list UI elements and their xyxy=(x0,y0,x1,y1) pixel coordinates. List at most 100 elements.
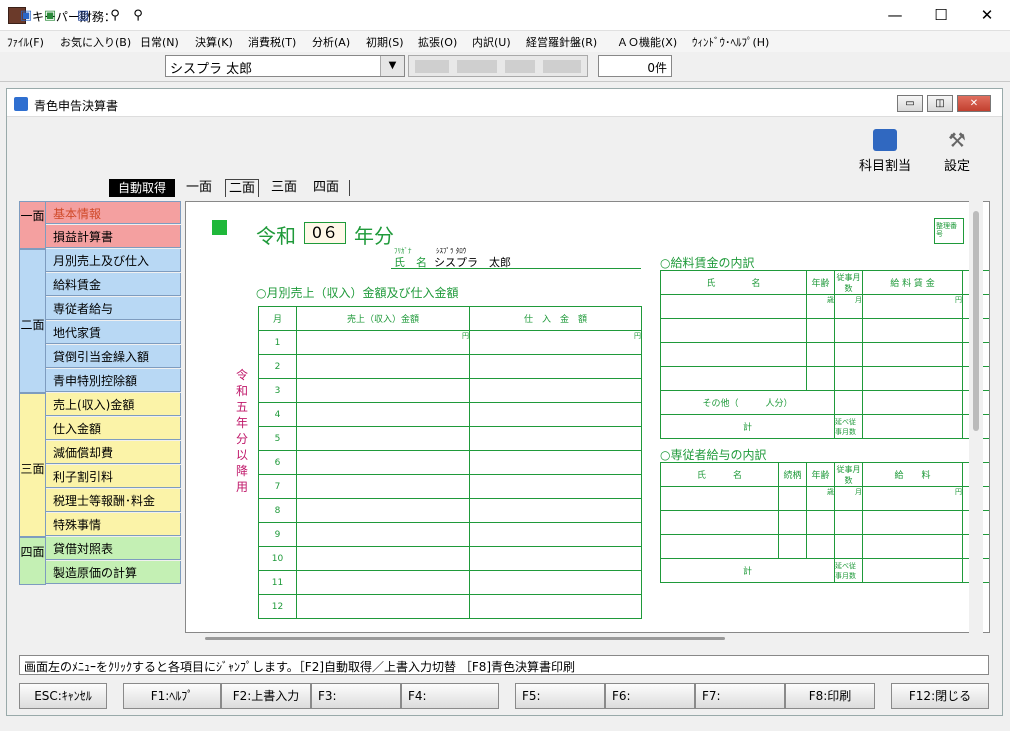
sales-cell[interactable] xyxy=(296,354,470,379)
purchase-cell[interactable]: 円 xyxy=(469,330,642,355)
sidebar-item-fees[interactable]: 税理士等報酬･料金 xyxy=(45,489,181,512)
user-combo[interactable]: シスプラ 太郎 xyxy=(165,55,405,77)
salary-name-cell[interactable] xyxy=(660,342,807,367)
zoom-out-icon[interactable]: ⚲ xyxy=(127,4,149,26)
sidebar-item-basic[interactable]: 基本情報 xyxy=(45,201,181,224)
image-icon[interactable]: ▨ xyxy=(72,4,94,26)
purchase-cell[interactable] xyxy=(469,450,642,475)
sales-cell[interactable] xyxy=(296,378,470,403)
f12-close-button[interactable]: F12:閉じる xyxy=(891,683,989,709)
purchase-cell[interactable] xyxy=(469,354,642,379)
f7-button[interactable]: F7: xyxy=(695,683,785,709)
family-age-cell[interactable] xyxy=(806,534,835,559)
tab-page3[interactable]: 三面 xyxy=(268,179,300,197)
menu-tax[interactable]: 消費税(T) xyxy=(248,34,296,50)
purchase-cell[interactable] xyxy=(469,570,642,595)
menu-breakdown[interactable]: 内訳(U) xyxy=(472,34,511,50)
salary-name-cell[interactable] xyxy=(660,366,807,391)
sidebar-item-depreciation[interactable]: 減価償却費 xyxy=(45,441,181,464)
menu-window-help[interactable]: ｳｨﾝﾄﾞｳ･ﾍﾙﾌﾟ(H) xyxy=(692,34,769,50)
f6-button[interactable]: F6: xyxy=(605,683,695,709)
menu-analysis[interactable]: 分析(A) xyxy=(312,34,350,50)
salary-months-cell[interactable] xyxy=(834,366,863,391)
sales-cell[interactable] xyxy=(296,402,470,427)
menu-file[interactable]: ﾌｧｲﾙ(F) xyxy=(7,34,44,50)
f2-overwrite-button[interactable]: F2:上書入力 xyxy=(221,683,311,709)
sidebar-item-interest[interactable]: 利子割引料 xyxy=(45,465,181,488)
settings-button[interactable]: ⚒ 設定 xyxy=(935,129,979,175)
vertical-scrollbar[interactable] xyxy=(969,201,983,633)
salary-name-cell[interactable] xyxy=(660,318,807,343)
salary-months-cell[interactable]: 月 xyxy=(834,294,863,319)
sidebar-item-family-salary[interactable]: 専従者給与 xyxy=(45,297,181,320)
sales-cell[interactable] xyxy=(296,546,470,571)
sidebar-item-special[interactable]: 特殊事情 xyxy=(45,513,181,536)
salary-other-pay[interactable] xyxy=(862,390,963,415)
menu-favorites[interactable]: お気に入り(B) xyxy=(60,34,131,50)
purchase-cell[interactable] xyxy=(469,522,642,547)
f8-print-button[interactable]: F8:印刷 xyxy=(785,683,875,709)
salary-months-cell[interactable] xyxy=(834,342,863,367)
sidebar-item-balance[interactable]: 貸借対照表 xyxy=(45,537,181,560)
salary-age-cell[interactable] xyxy=(806,342,835,367)
purchase-cell[interactable] xyxy=(469,594,642,619)
menu-settlement[interactable]: 決算(K) xyxy=(195,34,233,50)
family-pay-cell[interactable] xyxy=(862,534,963,559)
child-restore-button[interactable]: ◫ xyxy=(927,95,953,112)
purchase-cell[interactable] xyxy=(469,378,642,403)
esc-cancel-button[interactable]: ESC:ｷｬﾝｾﾙ xyxy=(19,683,107,709)
sales-cell[interactable] xyxy=(296,450,470,475)
family-total-pay[interactable] xyxy=(862,558,963,583)
family-months-cell[interactable] xyxy=(834,510,863,535)
salary-months-cell[interactable] xyxy=(834,318,863,343)
sales-cell[interactable] xyxy=(296,570,470,595)
sales-cell[interactable] xyxy=(296,522,470,547)
chevron-down-icon[interactable]: ▼ xyxy=(380,56,404,76)
menu-extend[interactable]: 拡張(O) xyxy=(418,34,457,50)
tab-page4[interactable]: 四面 xyxy=(310,179,342,197)
family-months-cell[interactable] xyxy=(834,534,863,559)
menu-daily[interactable]: 日常(N) xyxy=(140,34,179,50)
sales-cell[interactable] xyxy=(296,498,470,523)
child-close-button[interactable]: ✕ xyxy=(957,95,991,112)
kamoku-button[interactable]: 科目割当 xyxy=(855,129,915,175)
sidebar-item-rent[interactable]: 地代家賃 xyxy=(45,321,181,344)
family-name-cell[interactable] xyxy=(660,534,779,559)
horizontal-scrollbar[interactable] xyxy=(185,633,990,645)
monitor-icon[interactable]: ▣ xyxy=(15,4,37,26)
salary-pay-cell[interactable] xyxy=(862,318,963,343)
minimize-button[interactable]: — xyxy=(872,0,918,31)
purchase-cell[interactable] xyxy=(469,546,642,571)
sales-cell[interactable] xyxy=(296,426,470,451)
menu-compass[interactable]: 経営羅針盤(R) xyxy=(526,34,597,50)
sidebar-item-purchase[interactable]: 仕入金額 xyxy=(45,417,181,440)
purchase-cell[interactable] xyxy=(469,474,642,499)
salary-pay-cell[interactable]: 円 xyxy=(862,294,963,319)
sidebar-item-monthly[interactable]: 月別売上及び仕入 xyxy=(45,249,181,272)
zoom-in-icon[interactable]: ⚲ xyxy=(104,4,126,26)
sales-cell[interactable] xyxy=(296,594,470,619)
sidebar-item-sales[interactable]: 売上(収入)金額 xyxy=(45,393,181,416)
family-age-cell[interactable]: 歳 xyxy=(806,486,835,511)
f4-button[interactable]: F4: xyxy=(401,683,499,709)
menu-initial[interactable]: 初期(S) xyxy=(366,34,404,50)
salary-age-cell[interactable]: 歳 xyxy=(806,294,835,319)
sidebar-item-bad-debt[interactable]: 貸倒引当金繰入額 xyxy=(45,345,181,368)
sidebar-item-deduction[interactable]: 青申特別控除額 xyxy=(45,369,181,392)
salary-age-cell[interactable] xyxy=(806,318,835,343)
salary-pay-cell[interactable] xyxy=(862,366,963,391)
salary-total-pay[interactable] xyxy=(862,414,963,439)
purchase-cell[interactable] xyxy=(469,426,642,451)
sales-cell[interactable] xyxy=(296,474,470,499)
maximize-button[interactable]: ☐ xyxy=(918,0,964,31)
salary-pay-cell[interactable] xyxy=(862,342,963,367)
sidebar-item-salary[interactable]: 給料賃金 xyxy=(45,273,181,296)
salary-other-months[interactable] xyxy=(834,390,863,415)
family-name-cell[interactable] xyxy=(660,486,779,511)
tab-page1[interactable]: 一面 xyxy=(183,179,215,197)
f5-button[interactable]: F5: xyxy=(515,683,605,709)
child-minimize-button[interactable]: ▭ xyxy=(897,95,923,112)
sidebar-item-pl[interactable]: 損益計算書 xyxy=(45,225,181,248)
salary-age-cell[interactable] xyxy=(806,366,835,391)
family-rel-cell[interactable] xyxy=(778,534,807,559)
